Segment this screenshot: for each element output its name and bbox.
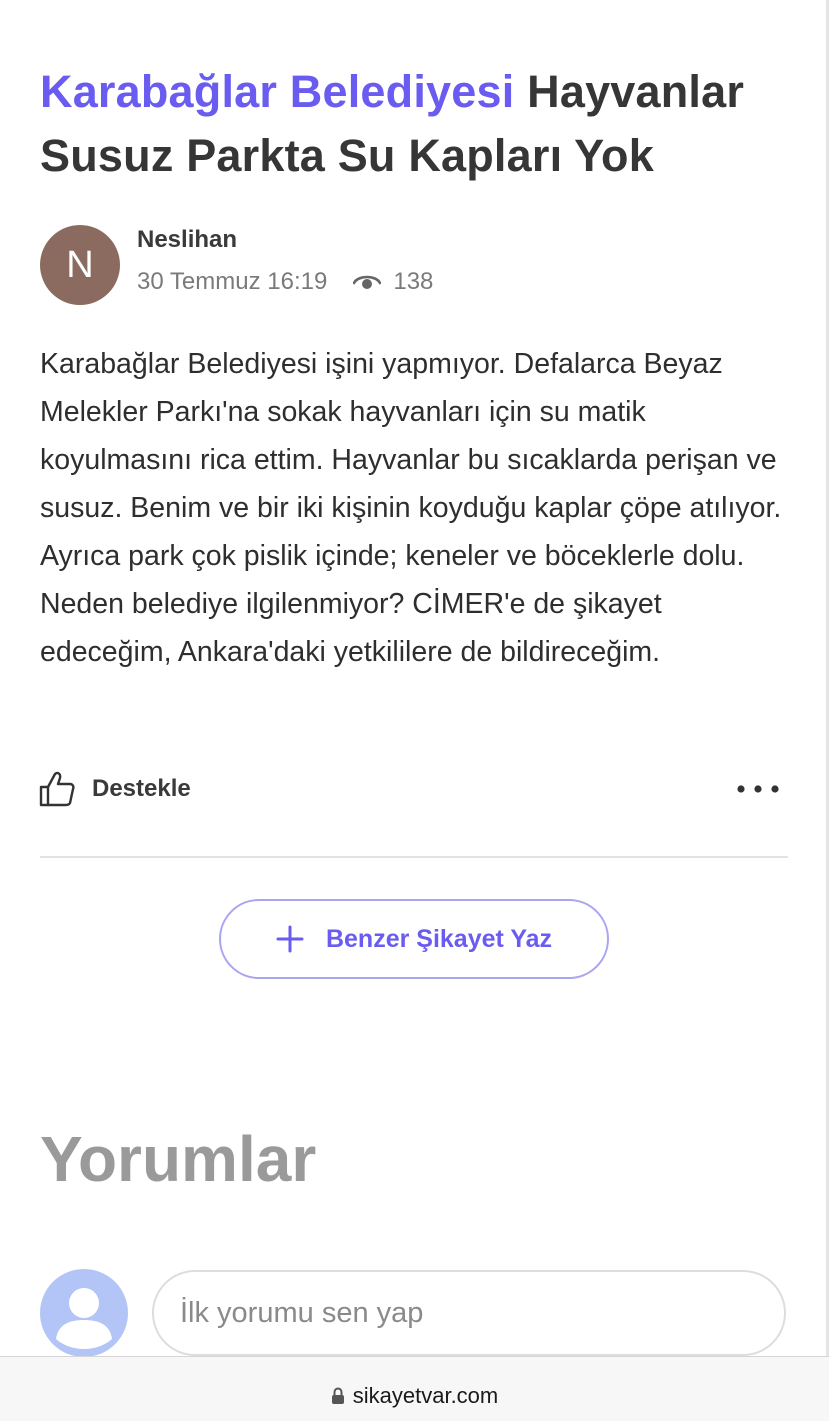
- complaint-title: Karabağlar Belediyesi Hayvanlar Susuz Pa…: [40, 60, 800, 188]
- support-button[interactable]: Destekle: [38, 770, 191, 808]
- thumbs-up-icon: [39, 771, 75, 807]
- complaint-meta: 30 Temmuz 16:19 138: [137, 268, 433, 296]
- complaint-date: 30 Temmuz 16:19: [137, 268, 328, 295]
- url-display[interactable]: sikayetvar.com: [0, 1383, 829, 1409]
- url-text: sikayetvar.com: [352, 1383, 499, 1408]
- company-name-link[interactable]: Karabağlar Belediyesi: [40, 66, 514, 117]
- complaint-page: Karabağlar Belediyesi Hayvanlar Susuz Pa…: [0, 0, 829, 1421]
- plus-icon: [276, 925, 304, 953]
- view-count: 138: [393, 268, 434, 295]
- section-divider: [40, 856, 788, 858]
- browser-address-bar[interactable]: sikayetvar.com: [0, 1356, 829, 1421]
- comments-heading: Yorumlar: [40, 1123, 317, 1195]
- complaint-body: Karabağlar Belediyesi işini yapmıyor. De…: [40, 348, 782, 668]
- author-avatar: N: [40, 225, 120, 305]
- more-dots-icon[interactable]: [733, 778, 783, 800]
- eye-icon: [353, 275, 382, 289]
- user-avatar-icon: [40, 1269, 128, 1357]
- lock-icon: [331, 1387, 344, 1404]
- author-name: Neslihan: [137, 226, 238, 253]
- support-label: Destekle: [92, 775, 191, 802]
- write-similar-complaint-button[interactable]: Benzer Şikayet Yaz: [219, 899, 609, 979]
- write-similar-complaint-label: Benzer Şikayet Yaz: [325, 924, 553, 953]
- comment-input[interactable]: [152, 1270, 786, 1356]
